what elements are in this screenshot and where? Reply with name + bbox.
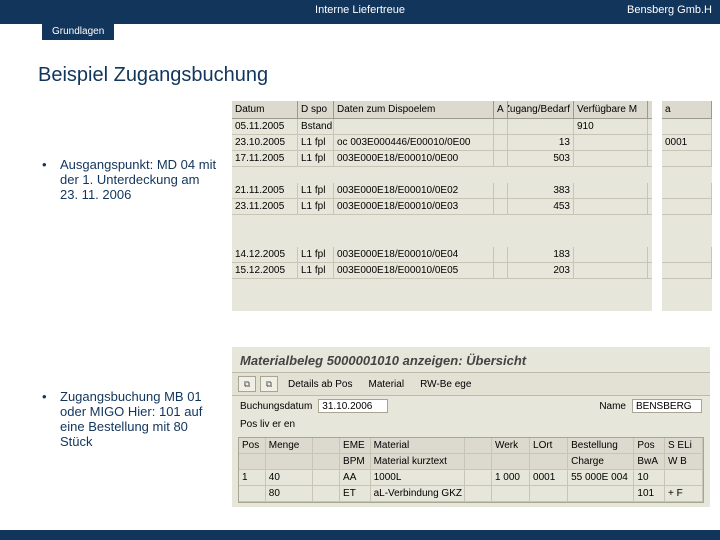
page-heading: Beispiel Zugangsbuchung: [38, 64, 720, 87]
md04-right-row: [662, 263, 712, 279]
grid-row[interactable]: 140AA1000L1 000000155 000E 00410: [239, 470, 703, 486]
section-tab: Grundlagen: [42, 24, 114, 40]
footer-bar: [0, 530, 720, 540]
bullet-2: Zugangsbuchung MB 01 oder MIGO Hier: 101…: [48, 389, 218, 449]
md04-right-row: [662, 119, 712, 135]
toolbar-btn-1[interactable]: ⧉: [238, 376, 256, 392]
md04-right-row: 0001: [662, 135, 712, 151]
col-a: A: [494, 101, 508, 118]
grid-header: BPMMaterial kurztextChargeBwAW B: [239, 454, 703, 470]
beleg-title: Materialbeleg 5000001010 anzeigen: Übers…: [232, 347, 710, 373]
name-field[interactable]: BENSBERG: [632, 399, 702, 413]
md04-right-row: [662, 183, 712, 199]
toolbar-btn-2[interactable]: ⧉: [260, 376, 278, 392]
beleg-toolbar: ⧉ ⧉ Details ab Pos Material RW-Be ege: [232, 373, 710, 396]
md04-right-row: [662, 199, 712, 215]
col-verf: Verfügbare M: [574, 101, 648, 118]
materialbeleg-panel: Materialbeleg 5000001010 anzeigen: Übers…: [232, 347, 710, 507]
md04-row[interactable]: 23.10.2005L1 fploc 003E000446/E00010/0E0…: [232, 135, 652, 151]
md04-row[interactable]: 15.12.2005L1 fpl003E000E18/E00010/0E0520…: [232, 263, 652, 279]
buchdat-field[interactable]: 31.10.2006: [318, 399, 388, 413]
col-datum: Datum: [232, 101, 298, 118]
md04-header-row: Datum D spo Daten zum Dispoelem A Zugang…: [232, 101, 652, 119]
grid-row[interactable]: 80ETaL-Verbindung GKZ101+ F: [239, 486, 703, 502]
toolbar-material[interactable]: Material: [362, 379, 410, 390]
md04-right-panel: a 0001: [662, 101, 712, 311]
md04-row[interactable]: 05.11.2005Bstand910: [232, 119, 652, 135]
toolbar-details[interactable]: Details ab Pos: [282, 379, 358, 390]
beleg-grid: PosMengeEMEMaterialWerkLOrtBestellungPos…: [238, 437, 704, 503]
buchdat-label: Buchungsdatum: [240, 401, 312, 412]
md04-row[interactable]: 23.11.2005L1 fpl003E000E18/E00010/0E0345…: [232, 199, 652, 215]
col-elem: Daten zum Dispoelem: [334, 101, 494, 118]
bullet-1: Ausgangspunkt: MD 04 mit der 1. Unterdec…: [48, 157, 218, 202]
beleg-form-row: Buchungsdatum 31.10.2006 Name BENSBERG: [232, 396, 710, 416]
grid-header: PosMengeEMEMaterialWerkLOrtBestellungPos…: [239, 438, 703, 454]
top-title: Interne Liefertreue: [315, 4, 405, 16]
name-label: Name: [599, 401, 626, 412]
md04-panel: Datum D spo Daten zum Dispoelem A Zugang…: [232, 101, 652, 311]
toolbar-rwbelege[interactable]: RW-Be ege: [414, 379, 477, 390]
md04-right-row: [662, 151, 712, 167]
company-label: Bensberg Gmb.H: [627, 4, 712, 16]
md04-row[interactable]: 17.11.2005L1 fpl003E000E18/E00010/0E0050…: [232, 151, 652, 167]
col-zugang: Zugang/Bedarf: [508, 101, 574, 118]
top-bar: Interne Liefertreue Bensberg Gmb.H: [0, 0, 720, 24]
posliv-label: Pos liv er en: [240, 419, 295, 430]
sub-bar: Grundlagen: [0, 24, 720, 42]
col-dispo: D spo: [298, 101, 334, 118]
md04-row[interactable]: 21.11.2005L1 fpl003E000E18/E00010/0E0238…: [232, 183, 652, 199]
md04-right-row: [662, 247, 712, 263]
col-right: a: [662, 101, 712, 118]
md04-row[interactable]: 14.12.2005L1 fpl003E000E18/E00010/0E0418…: [232, 247, 652, 263]
